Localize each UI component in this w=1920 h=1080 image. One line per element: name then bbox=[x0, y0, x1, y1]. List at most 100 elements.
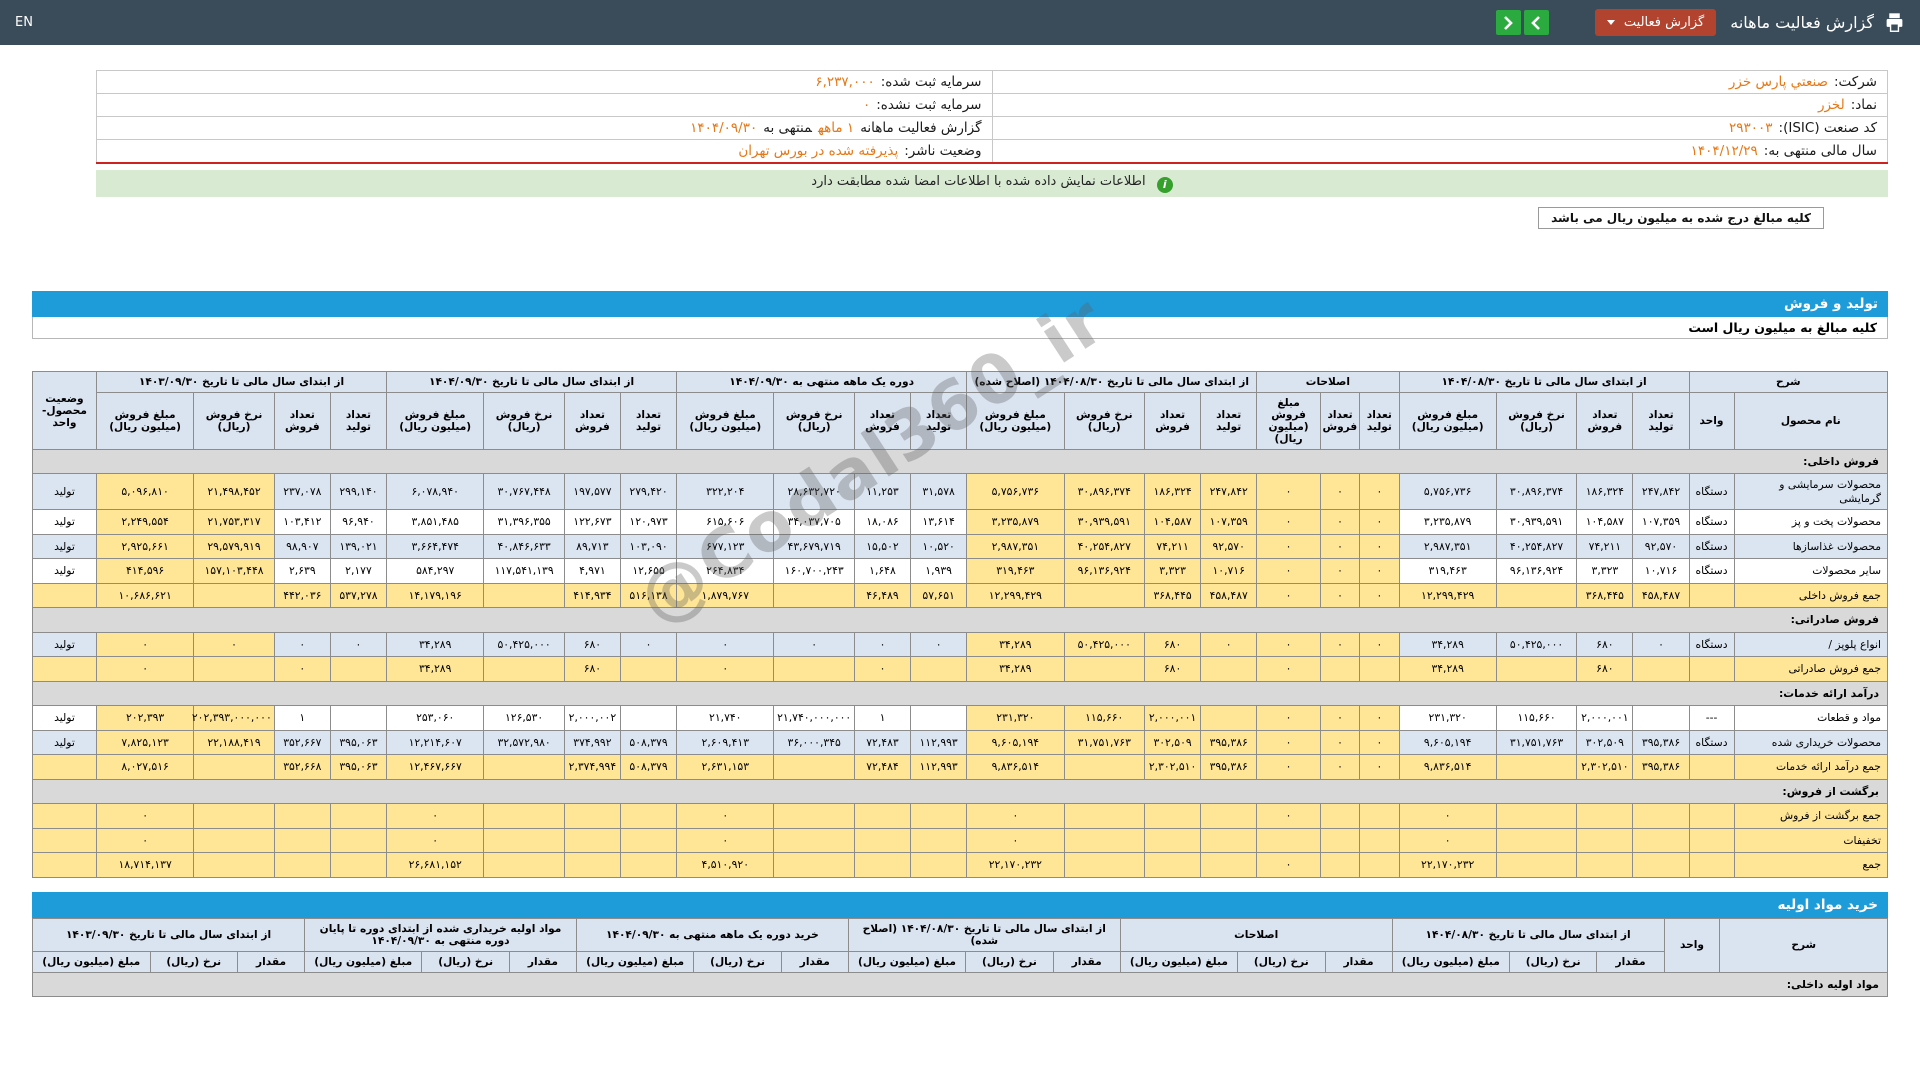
column-header: نرخ فروش (ریال) bbox=[1063, 392, 1145, 450]
row-status bbox=[32, 656, 97, 682]
info-value: ۱۴۰۴/۱۲/۲۹ bbox=[1690, 143, 1758, 159]
column-group-header: شرح bbox=[1719, 917, 1888, 973]
data-cell: ۳,۶۶۴,۴۷۴ bbox=[386, 533, 485, 560]
data-cell: ۲۱,۷۴۰,۰۰۰,۰۰۰ bbox=[773, 705, 855, 731]
data-cell: ۵۸۴,۲۹۷ bbox=[386, 558, 485, 584]
column-group-header: از ابتدای سال مالی تا تاریخ ۱۴۰۳/۰۹/۳۰ bbox=[95, 371, 388, 393]
data-cell: ۱۲,۲۱۴,۶۰۷ bbox=[386, 729, 485, 756]
data-cell: ۱۱۲,۹۹۳ bbox=[910, 754, 968, 780]
data-cell bbox=[1200, 827, 1258, 854]
report-content: @Codal360_ir تولید و فروش کلیه مبالغ به … bbox=[31, 281, 1889, 998]
column-header: تعداد تولید bbox=[1359, 392, 1400, 450]
data-cell: ۱۴,۱۷۹,۱۹۶ bbox=[386, 582, 485, 609]
data-cell: ۳۰۲,۵۰۹ bbox=[1576, 729, 1634, 756]
data-cell: ۲۳۱,۳۲۰ bbox=[1398, 705, 1497, 731]
info-cell-left: وضعیت ناشر: پذیرفته شده در بورس تهران bbox=[96, 139, 993, 164]
info-label: گزارش فعالیت ماهانه bbox=[860, 120, 982, 136]
next-report-button[interactable] bbox=[1495, 10, 1521, 35]
data-cell: ۲۲,۱۷۰,۲۳۲ bbox=[1398, 852, 1497, 878]
data-cell: ۲۱,۴۹۸,۴۵۲ bbox=[193, 473, 275, 511]
production-sales-table: شرح از ابتدای سال مالی تا تاریخ ۱۴۰۴/۰۸/۳… bbox=[32, 371, 1889, 878]
info-value: لخزر bbox=[1817, 97, 1845, 113]
info-label: نماد: bbox=[1850, 97, 1877, 113]
data-cell: ۱۰۷,۳۵۹ bbox=[1632, 509, 1690, 535]
row-name: جمع bbox=[1733, 852, 1888, 878]
data-cell bbox=[193, 582, 275, 609]
data-cell bbox=[853, 803, 912, 829]
data-cell: ۰ bbox=[329, 631, 388, 658]
column-header: مبلغ فروش (میلیون ریال) bbox=[386, 392, 485, 450]
data-cell: ۱۲۲,۶۷۳ bbox=[563, 509, 621, 535]
data-cell bbox=[773, 582, 855, 609]
data-cell: ۰ bbox=[1256, 473, 1321, 511]
data-cell: ۰ bbox=[676, 827, 775, 854]
data-cell: ۱۱۵,۶۶۰ bbox=[1495, 705, 1578, 731]
data-cell: ۰ bbox=[1398, 803, 1497, 829]
info-value: صنعتي پارس خزر bbox=[1728, 74, 1828, 90]
column-header: مبلغ (میلیون ریال) bbox=[847, 950, 967, 973]
column-header: مبلغ فروش (میلیون ریال) bbox=[966, 392, 1065, 450]
column-header: نرخ (ریال) bbox=[149, 950, 239, 973]
table-section-row: درآمد ارائه خدمات: bbox=[32, 680, 1888, 707]
company-info: شرکت: صنعتي پارس خزر سرمایه ثبت شده: ۶,۲۳۷,… bbox=[96, 70, 1888, 164]
page-title: گزارش فعالیت ماهانه bbox=[1730, 13, 1874, 32]
table-total-row: جمع فروش صادراتی ۶۸۰ ۳۴,۲۸۹ ۰ ۶۸۰ ۳۴,۲۸۹ ۰ ۰ ۶۸۰… bbox=[32, 656, 1888, 682]
data-cell: ۰ bbox=[1319, 631, 1361, 658]
column-group-header: از ابتدای سال مالی تا تاریخ ۱۴۰۴/۰۸/۳۰ bbox=[1391, 917, 1665, 952]
data-cell: ۶۸۰ bbox=[563, 656, 621, 682]
topbar: گزارش فعالیت ماهانه گزارش فعالیت EN bbox=[0, 0, 1920, 45]
data-cell: ۰ bbox=[910, 631, 968, 658]
column-header: مقدار bbox=[1052, 950, 1121, 973]
data-cell: ۰ bbox=[1398, 827, 1497, 854]
data-cell: ۱۱۵,۶۶۰ bbox=[1063, 705, 1145, 731]
column-header: نرخ (ریال) bbox=[421, 950, 510, 973]
info-label: منتهی به bbox=[763, 120, 812, 136]
previous-report-button[interactable] bbox=[1523, 10, 1549, 35]
row-unit bbox=[1688, 803, 1735, 829]
data-cell: ۲,۳۰۲,۵۱۰ bbox=[1143, 754, 1202, 780]
printer-icon[interactable] bbox=[1884, 12, 1905, 33]
data-cell bbox=[483, 582, 565, 609]
table-head: شرح از ابتدای سال مالی تا تاریخ ۱۴۰۴/۰۸/۳… bbox=[32, 371, 1889, 450]
column-header: تعداد تولید bbox=[910, 392, 968, 450]
data-cell bbox=[483, 803, 565, 829]
data-cell: ۳۴,۲۸۹ bbox=[1398, 631, 1497, 658]
report-type-dropdown[interactable]: گزارش فعالیت bbox=[1594, 9, 1717, 36]
data-cell: ۱۸,۷۱۴,۱۳۷ bbox=[95, 852, 195, 878]
data-cell: ۲۲,۱۷۰,۲۳۲ bbox=[966, 852, 1065, 878]
chevron-left-icon bbox=[1531, 15, 1541, 30]
data-cell: ۳۴,۲۸۹ bbox=[966, 631, 1065, 658]
table-body: مواد اولیه داخلی: bbox=[32, 971, 1888, 998]
column-header: مبلغ فروش (میلیون ریال) bbox=[1398, 392, 1497, 450]
info-value: پذیرفته شده در بورس تهران bbox=[738, 143, 899, 159]
column-header: مبلغ فروش (میلیون ریال) bbox=[676, 392, 775, 450]
data-cell: ۱۹۷,۵۷۷ bbox=[563, 473, 621, 511]
column-header: نام محصول bbox=[1733, 392, 1888, 450]
data-cell: ۱۲۶,۵۳۰ bbox=[483, 705, 565, 731]
data-cell: ۱۱۷,۵۴۱,۱۳۹ bbox=[483, 558, 565, 584]
language-switch-link[interactable]: EN bbox=[15, 15, 33, 30]
section-label: فروش صادراتی: bbox=[32, 607, 1888, 633]
data-cell: ۰ bbox=[386, 827, 485, 854]
data-cell: ۴۵۸,۴۸۷ bbox=[1632, 582, 1690, 609]
data-cell bbox=[1632, 827, 1690, 854]
data-cell: ۱۶۰,۷۰۰,۲۴۳ bbox=[773, 558, 855, 584]
data-cell bbox=[273, 803, 331, 829]
data-cell: ۳۰,۸۹۶,۳۷۴ bbox=[1063, 473, 1145, 511]
data-cell: ۳,۲۳۵,۸۷۹ bbox=[966, 509, 1065, 535]
data-cell: ۳۷۴,۹۹۲ bbox=[563, 729, 621, 756]
data-cell: ۳۴,۲۸۹ bbox=[1398, 656, 1497, 682]
row-name: محصولات پخت و پز bbox=[1733, 509, 1888, 535]
data-cell: ۱۲,۴۶۷,۶۶۷ bbox=[386, 754, 485, 780]
row-unit bbox=[1688, 827, 1735, 854]
info-value: ۲۹۳۰۰۳ bbox=[1729, 120, 1773, 136]
data-cell bbox=[1143, 852, 1202, 878]
info-label: سال مالی منتهی به: bbox=[1763, 143, 1877, 159]
column-group-header: از ابتدای سال مالی تا تاریخ ۱۴۰۴/۰۹/۳۰ bbox=[386, 371, 678, 393]
data-cell: ۲۵۳,۰۶۰ bbox=[386, 705, 485, 731]
data-cell: ۲۰۲,۳۹۳,۰۰۰,۰۰۰ bbox=[192, 705, 275, 731]
column-header: تعداد فروش bbox=[1319, 392, 1361, 450]
row-unit bbox=[1688, 852, 1735, 878]
data-cell: ۶۸۰ bbox=[1143, 631, 1202, 658]
data-cell: ۰ bbox=[193, 631, 275, 658]
